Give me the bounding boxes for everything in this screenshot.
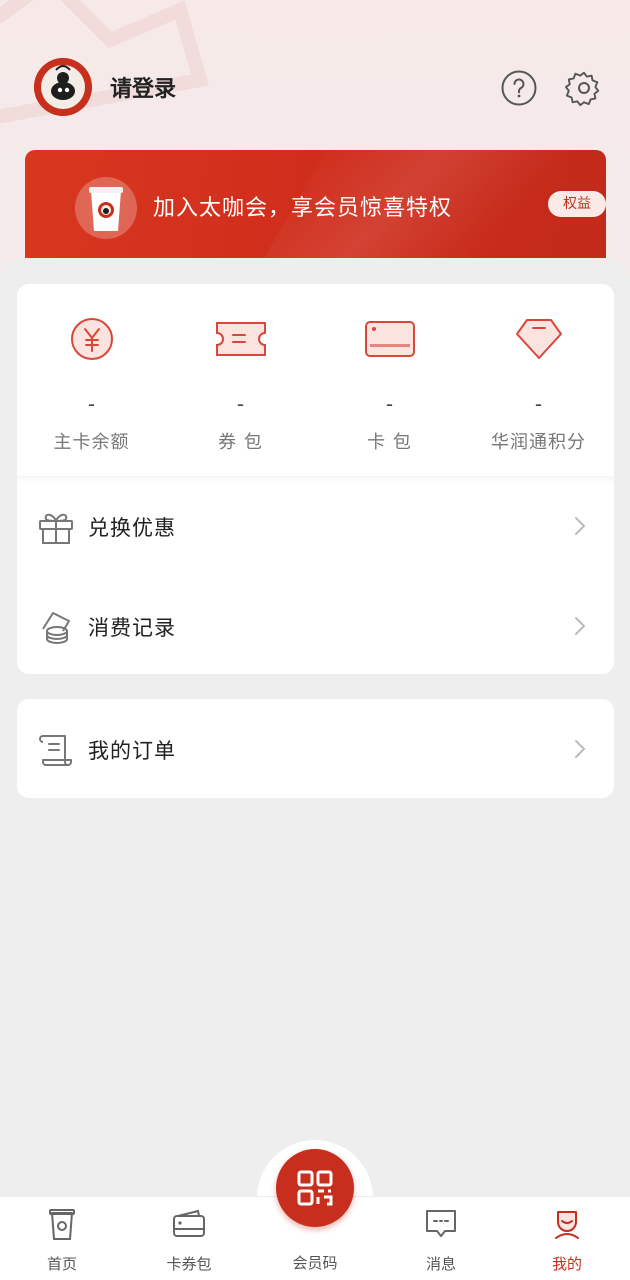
asset-label: 主卡余额 (53, 432, 130, 453)
cup-image (75, 177, 137, 239)
member-banner[interactable]: 加入太咖会，享会员惊喜特权 权益 (25, 150, 606, 268)
coins-icon (42, 612, 70, 644)
wallet-icon (173, 1209, 205, 1237)
gift-icon (39, 513, 73, 544)
coupon-wallet[interactable]: - 券 包 (166, 284, 315, 476)
header: 请登录 (0, 55, 630, 119)
tab-label: 首页 (46, 1255, 77, 1273)
spending-records-row[interactable]: 消费记录 (17, 576, 614, 676)
asset-label: 券 包 (218, 432, 263, 453)
asset-value: - (87, 392, 96, 416)
yuan-coin-icon (70, 318, 113, 360)
diamond-icon (515, 319, 562, 359)
tab-messages[interactable]: 消息 (391, 1197, 491, 1280)
profile-icon (555, 1211, 579, 1239)
row-label: 我的订单 (88, 739, 176, 763)
tab-label: 卡券包 (166, 1255, 212, 1273)
row-label: 消费记录 (88, 616, 176, 640)
crland-points[interactable]: - 华润通积分 (464, 284, 613, 476)
cup-icon (49, 1209, 75, 1240)
card-wallet[interactable]: - 卡 包 (315, 284, 464, 476)
asset-value: - (236, 392, 245, 416)
asset-value: - (385, 392, 394, 416)
tab-member-code-label[interactable]: 会员码 (265, 1252, 365, 1273)
chevron-right-icon (575, 517, 586, 535)
card-icon (364, 321, 415, 357)
qrcode-icon (297, 1170, 333, 1206)
login-prompt[interactable]: 请登录 (110, 71, 176, 103)
tab-label: 消息 (425, 1255, 456, 1273)
tab-card-wallet[interactable]: 卡券包 (139, 1197, 239, 1280)
help-icon[interactable] (500, 69, 538, 107)
asset-value: - (534, 392, 543, 416)
chevron-right-icon (575, 617, 586, 635)
chevron-right-icon (575, 740, 586, 758)
gear-icon[interactable] (565, 69, 603, 107)
main-card-balance[interactable]: - 主卡余额 (17, 284, 166, 476)
asset-label: 卡 包 (367, 432, 412, 453)
asset-label: 华润通积分 (491, 432, 586, 453)
my-orders-row[interactable]: 我的订单 (17, 699, 614, 799)
menu-card: 兑换优惠 消费记录 (17, 476, 614, 674)
redeem-offers-row[interactable]: 兑换优惠 (17, 476, 614, 576)
receipt-icon (39, 735, 72, 766)
orders-card: 我的订单 (17, 699, 614, 798)
ticket-icon (215, 322, 266, 356)
message-icon (426, 1210, 456, 1237)
row-label: 兑换优惠 (88, 516, 176, 540)
banner-text: 加入太咖会，享会员惊喜特权 (153, 196, 453, 221)
pacific-coffee-logo[interactable] (34, 58, 92, 116)
member-code-button[interactable] (276, 1149, 354, 1227)
tab-label: 我的 (551, 1255, 582, 1273)
tab-profile[interactable]: 我的 (517, 1197, 617, 1280)
tab-home[interactable]: 首页 (12, 1197, 112, 1280)
benefits-badge[interactable]: 权益 (548, 191, 606, 217)
assets-card: - 主卡余额 - 券 包 - 卡 包 - 华润通积分 (17, 284, 614, 476)
